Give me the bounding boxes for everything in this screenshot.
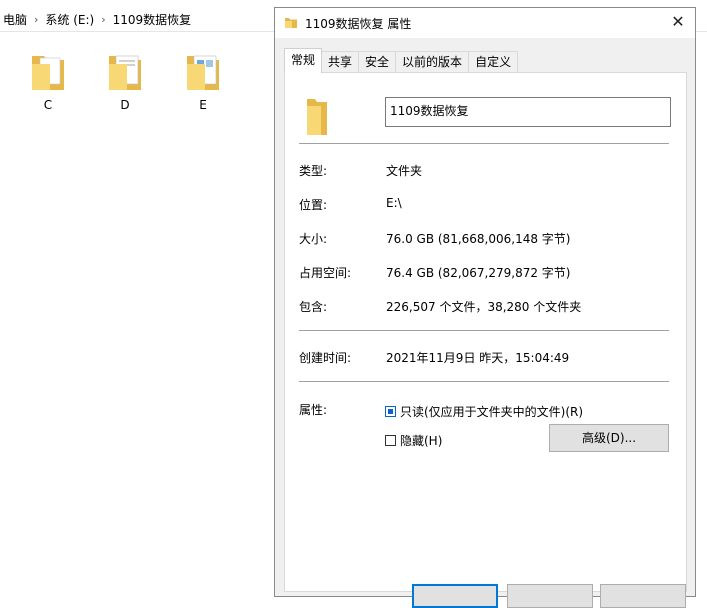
folder-icon	[307, 99, 327, 135]
divider	[299, 330, 669, 331]
chevron-right-icon[interactable]: ›	[97, 13, 109, 26]
type-label: 类型:	[299, 164, 328, 178]
dialog-titlebar[interactable]: 1109数据恢复 属性 ✕	[275, 8, 695, 38]
tab-customize[interactable]: 自定义	[468, 51, 519, 72]
disk-size-value: 76.4 GB (82,067,279,872 字节)	[386, 266, 571, 280]
contains-label: 包含:	[299, 300, 328, 314]
breadcrumb-item-pc[interactable]: 电脑	[0, 11, 30, 28]
folder-item-d[interactable]: D	[95, 48, 155, 118]
size-label: 大小:	[299, 232, 328, 246]
folder-icon	[32, 56, 64, 90]
hidden-checkbox-row[interactable]: 隐藏(H)	[385, 432, 442, 449]
location-label: 位置:	[299, 198, 328, 212]
hidden-checkbox[interactable]	[385, 435, 396, 446]
tab-sharing[interactable]: 共享	[321, 51, 360, 72]
chevron-right-icon[interactable]: ›	[30, 13, 42, 26]
advanced-button[interactable]: 高级(D)...	[549, 424, 669, 452]
created-value: 2021年11月9日 昨天，15:04:49	[386, 351, 570, 365]
readonly-checkbox-row[interactable]: 只读(仅应用于文件夹中的文件)(R)	[385, 403, 583, 420]
disk-size-label: 占用空间:	[299, 266, 352, 280]
dialog-title: 1109数据恢复 属性	[305, 17, 412, 31]
folder-icon	[187, 55, 219, 90]
folder-icon	[109, 55, 141, 90]
breadcrumb-item-drive[interactable]: 系统 (E:)	[42, 11, 97, 28]
location-value: E:\	[386, 196, 402, 210]
tab-previous-versions[interactable]: 以前的版本	[395, 51, 470, 72]
size-value: 76.0 GB (81,668,006,148 字节)	[386, 232, 571, 246]
folder-icon	[285, 18, 297, 28]
folder-item-c[interactable]: C	[18, 48, 78, 118]
contains-value: 226,507 个文件，38,280 个文件夹	[386, 300, 582, 314]
general-tab-panel: 1109数据恢复 类型: 文件夹 位置: E:\ 大小: 76.0 GB (81…	[284, 72, 687, 592]
type-value: 文件夹	[386, 164, 423, 178]
tab-security[interactable]: 安全	[358, 51, 397, 72]
breadcrumb: 电脑 › 系统 (E:) › 1109数据恢复	[0, 8, 194, 30]
breadcrumb-item-folder[interactable]: 1109数据恢复	[110, 11, 195, 28]
folder-label: E	[199, 98, 207, 112]
close-icon[interactable]: ✕	[661, 8, 695, 38]
tab-general[interactable]: 常规	[284, 48, 323, 73]
folder-label: C	[43, 98, 53, 112]
folder-label: D	[120, 98, 130, 112]
divider	[299, 143, 669, 144]
tab-bar: 常规 共享 安全 以前的版本 自定义	[284, 48, 519, 73]
properties-dialog: 1109数据恢复 属性 ✕ 常规 共享 安全 以前的版本 自定义 1109数据恢…	[274, 7, 696, 608]
created-label: 创建时间:	[299, 351, 352, 365]
folder-name-input[interactable]: 1109数据恢复	[385, 97, 671, 127]
hidden-checkbox-label: 隐藏(H)	[400, 434, 443, 448]
folder-item-e[interactable]: E	[173, 48, 233, 118]
attributes-label: 属性:	[299, 403, 328, 417]
divider	[299, 381, 669, 382]
readonly-checkbox-label: 只读(仅应用于文件夹中的文件)(R)	[400, 405, 584, 419]
readonly-checkbox[interactable]	[385, 406, 396, 417]
